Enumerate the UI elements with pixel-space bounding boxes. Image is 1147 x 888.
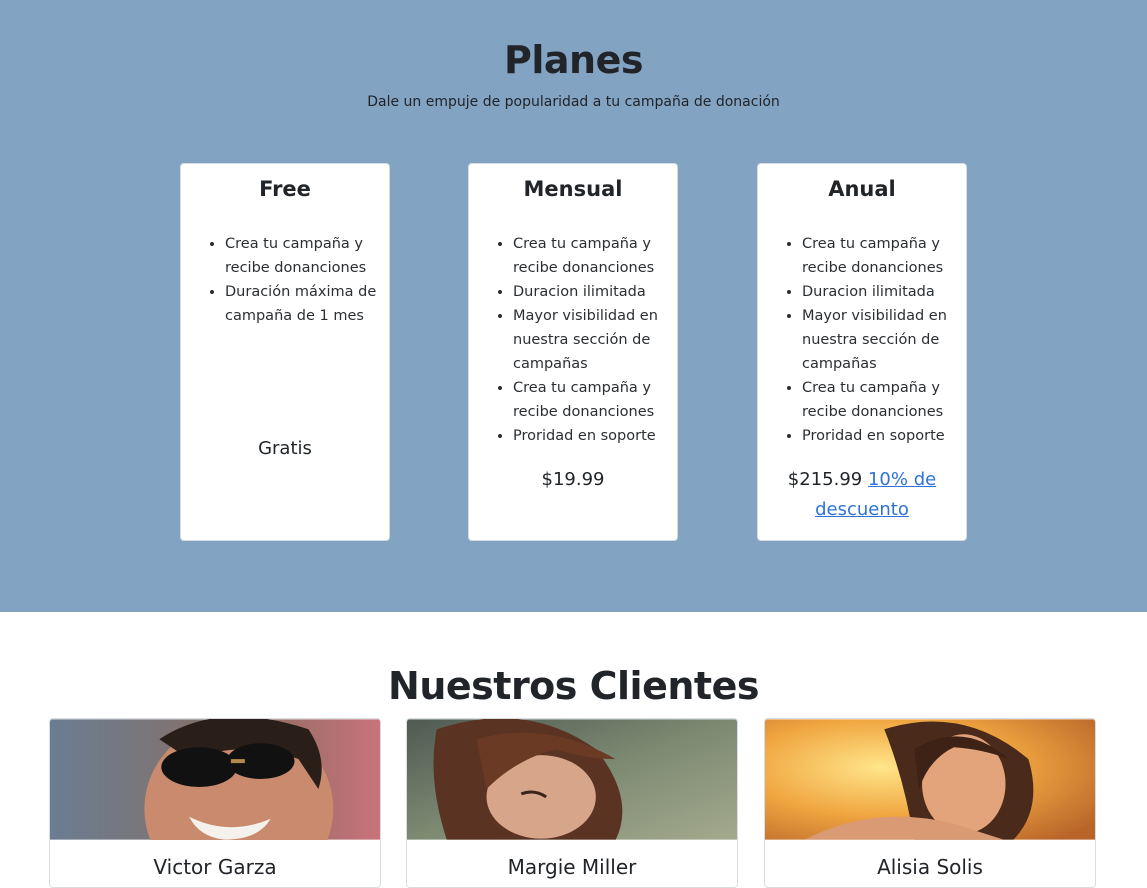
plan-title: Anual [828,177,896,201]
plan-feature: Proridad en soporte [513,424,671,448]
plan-price: $19.99 [541,469,605,490]
plans-title: Planes [504,38,643,82]
plan-feature: Duracion ilimitada [802,280,960,304]
client-card: Alisia Solis [764,718,1096,888]
plan-card-anual: Anual Crea tu campaña y recibe donancion… [757,163,967,541]
plans-section: Planes Dale un empuje de popularidad a t… [0,0,1147,612]
plan-feature: Mayor visibilidad en nuestra sección de … [513,304,671,376]
client-name: Victor Garza [153,855,277,879]
plan-feature: Crea tu campaña y recibe donanciones [802,232,960,280]
plan-title: Free [259,177,311,201]
client-photo [50,719,380,840]
plan-price-container: $215.99 10% de descuento [758,465,966,525]
clients-title: Nuestros Clientes [388,664,759,708]
plan-features: Crea tu campaña y recibe donanciones Dur… [802,232,960,448]
client-name: Alisia Solis [877,855,983,879]
plan-card-mensual: Mensual Crea tu campaña y recibe donanci… [468,163,678,541]
plan-feature: Mayor visibilidad en nuestra sección de … [802,304,960,376]
plan-feature: Proridad en soporte [802,424,960,448]
plan-feature: Crea tu campaña y recibe donanciones [225,232,383,280]
plan-feature: Duración máxima de campaña de 1 mes [225,280,383,328]
plan-feature: Crea tu campaña y recibe donanciones [513,232,671,280]
plan-features: Crea tu campaña y recibe donanciones Dur… [513,232,671,448]
client-photo [407,719,737,840]
client-photo [765,719,1095,840]
client-card: Victor Garza [49,718,381,888]
plan-feature: Crea tu campaña y recibe donanciones [513,376,671,424]
plans-subtitle: Dale un empuje de popularidad a tu campa… [367,94,780,110]
plan-features: Crea tu campaña y recibe donanciones Dur… [225,232,383,328]
plan-feature: Crea tu campaña y recibe donanciones [802,376,960,424]
plan-feature: Duracion ilimitada [513,280,671,304]
plan-card-free: Free Crea tu campaña y recibe donancione… [180,163,390,541]
client-name: Margie Miller [507,855,637,879]
plan-price: Gratis [258,438,312,459]
plan-price: $215.99 [787,469,863,490]
plan-title: Mensual [523,177,623,201]
client-card: Margie Miller [406,718,738,888]
